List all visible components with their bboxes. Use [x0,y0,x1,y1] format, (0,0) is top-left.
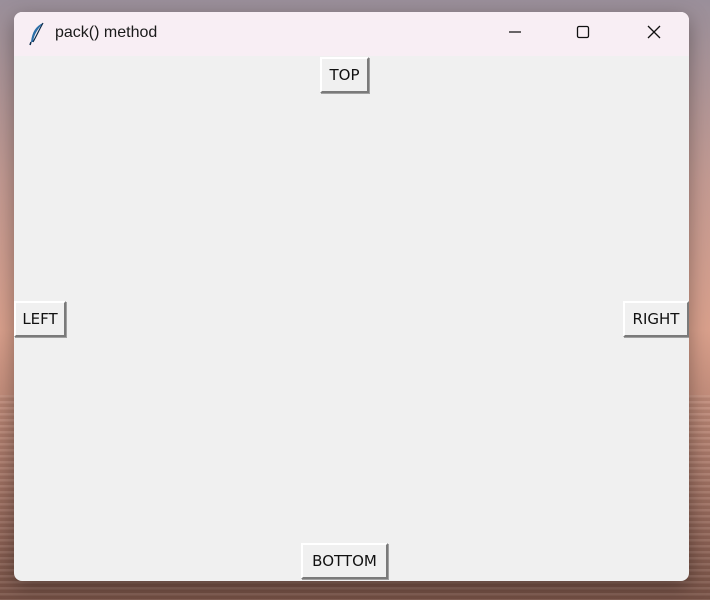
minimize-button[interactable] [492,12,538,56]
maximize-icon [575,24,591,44]
left-button[interactable]: LEFT [14,301,66,337]
bottom-button[interactable]: BOTTOM [301,543,388,579]
title-bar[interactable]: pack() method [14,12,689,56]
minimize-icon [507,24,523,44]
close-icon [646,24,662,44]
app-window: pack() method TOP LEFT RIGHT BOTTOM [14,12,689,581]
close-button[interactable] [631,12,677,56]
top-button[interactable]: TOP [320,57,369,93]
right-button[interactable]: RIGHT [623,301,689,337]
feather-icon [28,22,48,46]
maximize-button[interactable] [560,12,606,56]
window-title: pack() method [55,24,158,41]
